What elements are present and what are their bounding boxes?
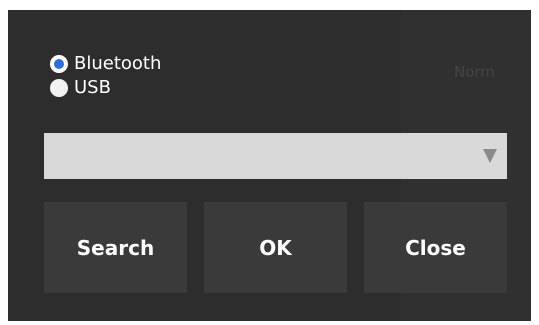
- dropdown-arrow-icon[interactable]: [483, 149, 497, 163]
- radio-option-bluetooth[interactable]: Bluetooth: [50, 52, 161, 76]
- radio-label-bluetooth: Bluetooth: [74, 53, 162, 74]
- radio-label-usb: USB: [74, 77, 111, 98]
- radio-unchecked-icon[interactable]: [50, 79, 68, 97]
- connection-type-radio-group: Bluetooth USB: [50, 52, 161, 100]
- search-button[interactable]: Search: [44, 202, 187, 293]
- close-button[interactable]: Close: [364, 202, 507, 293]
- ok-button[interactable]: OK: [204, 202, 347, 293]
- connection-dialog: Norm Bluetooth USB Search OK Close: [8, 10, 531, 321]
- radio-checked-icon[interactable]: [50, 55, 68, 73]
- background-partial-text: Norm: [454, 63, 495, 81]
- radio-option-usb[interactable]: USB: [50, 76, 161, 100]
- device-select-dropdown[interactable]: [44, 133, 507, 179]
